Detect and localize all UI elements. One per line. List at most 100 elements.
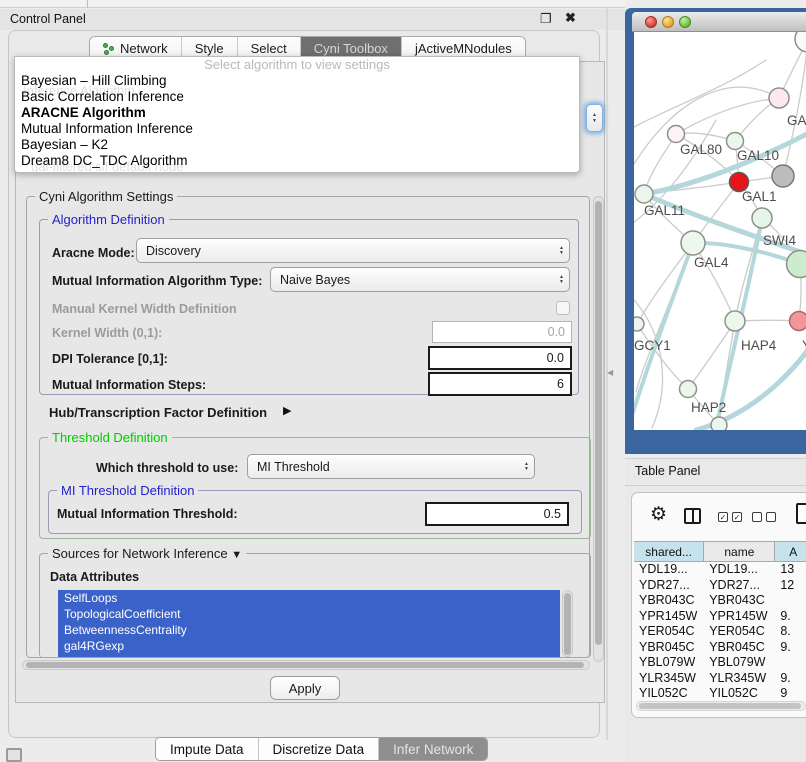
settings-vertical-scrollbar[interactable] xyxy=(593,196,604,662)
table-cell: 12 xyxy=(775,578,806,594)
data-attribute-item[interactable]: SelfLoops xyxy=(58,590,560,606)
divider-collapse-icon[interactable]: ◀ xyxy=(607,368,613,377)
node-label-gcy1: GCY1 xyxy=(634,338,671,353)
unchecked-box-icon xyxy=(766,512,776,522)
node-gal7[interactable] xyxy=(795,32,806,52)
mi-threshold-title: MI Threshold Definition xyxy=(57,483,198,498)
tab-label: Select xyxy=(251,41,287,56)
minimized-panel-icon[interactable] xyxy=(6,748,22,762)
bottom-tab-infer-network[interactable]: Infer Network xyxy=(379,738,487,760)
column-header-A[interactable]: A xyxy=(775,542,806,561)
table-row[interactable]: YIL052CYIL052C9 xyxy=(634,686,806,702)
node-swi4[interactable] xyxy=(752,208,772,228)
table-header-row: shared...nameA xyxy=(634,541,806,562)
node-label-gal10: GAL10 xyxy=(737,148,779,163)
network-edge[interactable] xyxy=(783,39,806,176)
algorithm-option[interactable]: ARACNE Algorithm xyxy=(15,105,579,121)
expand-down-icon[interactable]: ▼ xyxy=(231,549,242,561)
data-attributes-list[interactable]: SelfLoopsTopologicalCoefficientBetweenne… xyxy=(58,590,560,657)
column-header-shared[interactable]: shared... xyxy=(634,542,704,561)
which-threshold-combo[interactable]: MI Threshold ▲▼ xyxy=(247,454,535,479)
gear-icon[interactable]: ⚙ xyxy=(650,505,667,525)
manual-kernel-checkbox[interactable] xyxy=(556,301,570,315)
mi-type-combo[interactable]: Naive Bayes ▲▼ xyxy=(270,267,570,292)
node-green-large[interactable] xyxy=(787,251,806,278)
unchecked-box-icon xyxy=(752,512,762,522)
network-edge[interactable] xyxy=(637,243,693,324)
node-gcy1[interactable] xyxy=(634,317,644,331)
table-cell: YIL052C xyxy=(634,686,704,702)
table-cell: YBR043C xyxy=(704,593,775,609)
node-bottom[interactable] xyxy=(711,417,727,430)
deselect-all-checks-icon[interactable] xyxy=(752,512,776,522)
table-row[interactable]: YPR145WYPR145W9. xyxy=(634,609,806,625)
table-row[interactable]: YER054CYER054C8. xyxy=(634,624,806,640)
table-row[interactable]: YBL079WYBL079W xyxy=(634,655,806,671)
node-pink-top[interactable] xyxy=(769,88,789,108)
algorithm-option[interactable]: Mutual Information Inference xyxy=(15,121,579,137)
control-panel-titlebar: Control Panel ❐ ✖ xyxy=(0,9,625,30)
bottom-tab-impute-data[interactable]: Impute Data xyxy=(156,738,259,760)
threshold-definition-group: Threshold Definition Which threshold to … xyxy=(39,437,591,539)
node-gal80[interactable] xyxy=(668,126,685,143)
settings-horizontal-scrollbar[interactable] xyxy=(22,660,590,670)
close-traffic-light[interactable] xyxy=(645,16,657,28)
algorithm-option[interactable]: Bayesian – Hill Climbing xyxy=(15,73,579,89)
table-row[interactable]: YBR045CYBR045C9. xyxy=(634,640,806,656)
minimize-traffic-light[interactable] xyxy=(662,16,674,28)
select-all-checks-icon[interactable]: ✓ ✓ xyxy=(718,512,742,522)
kernel-width-field[interactable]: 0.0 xyxy=(432,321,572,343)
network-graph: GALGAL80GAL10GAL1GAL11SWI4GAL4GCY1HAP4YH… xyxy=(634,32,806,430)
sources-title: Sources for Network Inference ▼ xyxy=(48,546,246,561)
data-attribute-item[interactable]: gal4RGexp xyxy=(58,638,560,654)
algorithm-option[interactable]: Basic Correlation Inference xyxy=(15,89,579,105)
network-window-titlebar[interactable] xyxy=(632,12,806,32)
algorithm-combo-stepper[interactable]: ▲ ▼ xyxy=(586,104,603,132)
node-salmon[interactable] xyxy=(790,312,806,331)
apply-button[interactable]: Apply xyxy=(270,676,340,700)
close-panel-icon[interactable]: ✖ xyxy=(565,11,576,25)
table-row[interactable]: YDL19...YDL19...13 xyxy=(634,562,806,578)
checked-box-icon: ✓ xyxy=(732,512,742,522)
node-hap4[interactable] xyxy=(725,311,745,331)
table-cell: YPR145W xyxy=(634,609,704,625)
node-gal4[interactable] xyxy=(681,231,705,255)
mi-steps-field[interactable]: 6 xyxy=(428,372,572,396)
bottom-tab-discretize-data[interactable]: Discretize Data xyxy=(259,738,380,760)
data-attribute-item[interactable]: TopologicalCoefficient xyxy=(58,606,560,622)
node-gal10[interactable] xyxy=(727,133,744,150)
columns-icon[interactable] xyxy=(684,508,701,524)
attributes-scrollbar[interactable] xyxy=(562,590,573,657)
mi-threshold-field[interactable]: 0.5 xyxy=(425,502,569,526)
collapse-right-icon[interactable]: ▶ xyxy=(283,404,291,417)
table-row[interactable]: YBR043CYBR043C xyxy=(634,593,806,609)
export-table-icon[interactable] xyxy=(796,503,806,524)
column-header-name[interactable]: name xyxy=(704,542,775,561)
data-attribute-item[interactable]: BetweennessCentrality xyxy=(58,622,560,638)
tab-label: Cyni Toolbox xyxy=(314,41,388,56)
kernel-width-label: Kernel Width (0,1): xyxy=(52,326,162,340)
table-cell: YDL19... xyxy=(704,562,775,578)
algorithm-option[interactable]: Dream8 DC_TDC Algorithm xyxy=(15,153,579,169)
table-row[interactable]: YLR345WYLR345W9. xyxy=(634,671,806,687)
node-hap2[interactable] xyxy=(680,381,697,398)
manual-kernel-label: Manual Kernel Width Definition xyxy=(52,302,237,316)
node-gal11[interactable] xyxy=(635,185,653,203)
float-panel-icon[interactable]: ❐ xyxy=(540,12,552,26)
network-edge[interactable] xyxy=(634,60,766,127)
mi-threshold-group: MI Threshold Definition Mutual Informati… xyxy=(48,490,582,534)
aracne-mode-label: Aracne Mode: xyxy=(52,246,135,260)
node-gray[interactable] xyxy=(772,165,794,187)
table-panel-title: Table Panel xyxy=(635,464,700,478)
table-horizontal-scrollbar[interactable] xyxy=(636,701,806,711)
aracne-mode-combo[interactable]: Discovery ▲▼ xyxy=(136,238,570,263)
table-row[interactable]: YDR27...YDR27...12 xyxy=(634,578,806,594)
algorithm-option[interactable]: Bayesian – K2 xyxy=(15,137,579,153)
network-edge-thick[interactable] xyxy=(634,243,693,428)
data-attributes-label: Data Attributes xyxy=(50,570,139,584)
network-canvas[interactable]: GALGAL80GAL10GAL1GAL11SWI4GAL4GCY1HAP4YH… xyxy=(634,32,806,430)
dpi-tolerance-field[interactable]: 0.0 xyxy=(428,346,572,370)
hub-definition-label[interactable]: Hub/Transcription Factor Definition xyxy=(49,405,267,420)
zoom-traffic-light[interactable] xyxy=(679,16,691,28)
table-cell: YLR345W xyxy=(704,671,775,687)
